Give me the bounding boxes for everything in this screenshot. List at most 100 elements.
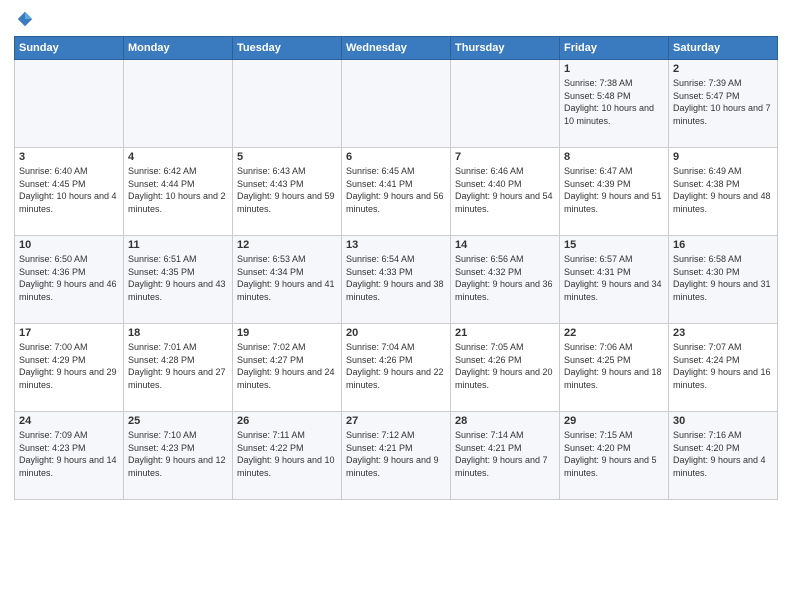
- day-info: Sunrise: 6:51 AM Sunset: 4:35 PM Dayligh…: [128, 253, 228, 303]
- day-info: Sunrise: 7:38 AM Sunset: 5:48 PM Dayligh…: [564, 77, 664, 127]
- col-header-wednesday: Wednesday: [342, 37, 451, 60]
- week-row-3: 10Sunrise: 6:50 AM Sunset: 4:36 PM Dayli…: [15, 236, 778, 324]
- day-info: Sunrise: 7:15 AM Sunset: 4:20 PM Dayligh…: [564, 429, 664, 479]
- day-number: 28: [455, 415, 555, 427]
- day-cell: [342, 60, 451, 148]
- day-info: Sunrise: 6:54 AM Sunset: 4:33 PM Dayligh…: [346, 253, 446, 303]
- day-number: 29: [564, 415, 664, 427]
- week-row-2: 3 Sunrise: 6:40 AM Sunset: 4:45 PM Daylig…: [15, 148, 778, 236]
- day-number: 19: [237, 327, 337, 339]
- day-number: 5: [237, 151, 337, 163]
- day-number: 22: [564, 327, 664, 339]
- day-cell: 5 Sunrise: 6:43 AM Sunset: 4:43 PM Daylig…: [233, 148, 342, 236]
- day-number: 9: [673, 151, 773, 163]
- day-info: Sunrise: 6:53 AM Sunset: 4:34 PM Dayligh…: [237, 253, 337, 303]
- day-number: 15: [564, 239, 664, 251]
- day-cell: 14 Sunrise: 6:56 AM Sunset: 4:32 PM Dayli…: [451, 236, 560, 324]
- day-number: 1: [564, 63, 664, 75]
- day-number: 7: [455, 151, 555, 163]
- day-cell: 9 Sunrise: 6:49 AM Sunset: 4:38 PM Daylig…: [669, 148, 778, 236]
- day-number: 13: [346, 239, 446, 251]
- calendar-table: SundayMondayTuesdayWednesdayThursdayFrid…: [14, 36, 778, 500]
- col-header-friday: Friday: [560, 37, 669, 60]
- col-header-sunday: Sunday: [15, 37, 124, 60]
- day-info: Sunrise: 6:46 AM Sunset: 4:40 PM Dayligh…: [455, 165, 555, 215]
- day-cell: [233, 60, 342, 148]
- col-header-thursday: Thursday: [451, 37, 560, 60]
- day-number: 16: [673, 239, 773, 251]
- day-number: 4: [128, 151, 228, 163]
- day-info: Sunrise: 7:06 AM Sunset: 4:25 PM Dayligh…: [564, 341, 664, 391]
- week-row-5: 24Sunrise: 7:09 AM Sunset: 4:23 PM Dayli…: [15, 412, 778, 500]
- day-cell: 8Sunrise: 6:47 AM Sunset: 4:39 PM Daylig…: [560, 148, 669, 236]
- day-info: Sunrise: 7:00 AM Sunset: 4:29 PM Dayligh…: [19, 341, 119, 391]
- page: SundayMondayTuesdayWednesdayThursdayFrid…: [0, 0, 792, 612]
- day-info: Sunrise: 7:07 AM Sunset: 4:24 PM Dayligh…: [673, 341, 773, 391]
- day-info: Sunrise: 7:01 AM Sunset: 4:28 PM Dayligh…: [128, 341, 228, 391]
- day-info: Sunrise: 7:04 AM Sunset: 4:26 PM Dayligh…: [346, 341, 446, 391]
- day-info: Sunrise: 7:11 AM Sunset: 4:22 PM Dayligh…: [237, 429, 337, 479]
- day-number: 8: [564, 151, 664, 163]
- day-number: 12: [237, 239, 337, 251]
- day-number: 18: [128, 327, 228, 339]
- day-number: 23: [673, 327, 773, 339]
- day-number: 11: [128, 239, 228, 251]
- day-cell: 25Sunrise: 7:10 AM Sunset: 4:23 PM Dayli…: [124, 412, 233, 500]
- day-cell: 11 Sunrise: 6:51 AM Sunset: 4:35 PM Dayli…: [124, 236, 233, 324]
- day-cell: 27 Sunrise: 7:12 AM Sunset: 4:21 PM Dayli…: [342, 412, 451, 500]
- day-cell: 4 Sunrise: 6:42 AM Sunset: 4:44 PM Daylig…: [124, 148, 233, 236]
- day-cell: 16 Sunrise: 6:58 AM Sunset: 4:30 PM Dayli…: [669, 236, 778, 324]
- day-cell: 24Sunrise: 7:09 AM Sunset: 4:23 PM Dayli…: [15, 412, 124, 500]
- day-number: 2: [673, 63, 773, 75]
- week-row-4: 17 Sunrise: 7:00 AM Sunset: 4:29 PM Dayli…: [15, 324, 778, 412]
- day-cell: 7 Sunrise: 6:46 AM Sunset: 4:40 PM Daylig…: [451, 148, 560, 236]
- day-info: Sunrise: 6:45 AM Sunset: 4:41 PM Dayligh…: [346, 165, 446, 215]
- day-cell: 23 Sunrise: 7:07 AM Sunset: 4:24 PM Dayli…: [669, 324, 778, 412]
- day-number: 17: [19, 327, 119, 339]
- day-info: Sunrise: 6:49 AM Sunset: 4:38 PM Dayligh…: [673, 165, 773, 215]
- day-number: 20: [346, 327, 446, 339]
- day-info: Sunrise: 6:58 AM Sunset: 4:30 PM Dayligh…: [673, 253, 773, 303]
- day-info: Sunrise: 6:40 AM Sunset: 4:45 PM Dayligh…: [19, 165, 119, 215]
- day-info: Sunrise: 6:56 AM Sunset: 4:32 PM Dayligh…: [455, 253, 555, 303]
- day-info: Sunrise: 7:39 AM Sunset: 5:47 PM Dayligh…: [673, 77, 773, 127]
- day-number: 24: [19, 415, 119, 427]
- day-info: Sunrise: 7:16 AM Sunset: 4:20 PM Dayligh…: [673, 429, 773, 479]
- day-info: Sunrise: 7:10 AM Sunset: 4:23 PM Dayligh…: [128, 429, 228, 479]
- week-row-1: 1 Sunrise: 7:38 AM Sunset: 5:48 PM Daylig…: [15, 60, 778, 148]
- day-info: Sunrise: 7:05 AM Sunset: 4:26 PM Dayligh…: [455, 341, 555, 391]
- day-info: Sunrise: 6:43 AM Sunset: 4:43 PM Dayligh…: [237, 165, 337, 215]
- day-number: 3: [19, 151, 119, 163]
- day-cell: 18 Sunrise: 7:01 AM Sunset: 4:28 PM Dayli…: [124, 324, 233, 412]
- day-number: 14: [455, 239, 555, 251]
- logo: [14, 10, 34, 28]
- day-cell: [15, 60, 124, 148]
- day-info: Sunrise: 6:42 AM Sunset: 4:44 PM Dayligh…: [128, 165, 228, 215]
- day-cell: 2 Sunrise: 7:39 AM Sunset: 5:47 PM Daylig…: [669, 60, 778, 148]
- col-header-tuesday: Tuesday: [233, 37, 342, 60]
- day-number: 27: [346, 415, 446, 427]
- day-cell: 10Sunrise: 6:50 AM Sunset: 4:36 PM Dayli…: [15, 236, 124, 324]
- day-cell: 20 Sunrise: 7:04 AM Sunset: 4:26 PM Dayli…: [342, 324, 451, 412]
- header: [14, 10, 778, 28]
- day-number: 6: [346, 151, 446, 163]
- day-cell: 1 Sunrise: 7:38 AM Sunset: 5:48 PM Daylig…: [560, 60, 669, 148]
- day-cell: 19 Sunrise: 7:02 AM Sunset: 4:27 PM Dayli…: [233, 324, 342, 412]
- header-row: SundayMondayTuesdayWednesdayThursdayFrid…: [15, 37, 778, 60]
- day-cell: 30 Sunrise: 7:16 AM Sunset: 4:20 PM Dayli…: [669, 412, 778, 500]
- day-info: Sunrise: 7:12 AM Sunset: 4:21 PM Dayligh…: [346, 429, 446, 479]
- day-number: 26: [237, 415, 337, 427]
- day-number: 10: [19, 239, 119, 251]
- day-cell: 3 Sunrise: 6:40 AM Sunset: 4:45 PM Daylig…: [15, 148, 124, 236]
- day-cell: 13 Sunrise: 6:54 AM Sunset: 4:33 PM Dayli…: [342, 236, 451, 324]
- day-cell: 26 Sunrise: 7:11 AM Sunset: 4:22 PM Dayli…: [233, 412, 342, 500]
- day-info: Sunrise: 7:02 AM Sunset: 4:27 PM Dayligh…: [237, 341, 337, 391]
- day-cell: 28Sunrise: 7:14 AM Sunset: 4:21 PM Dayli…: [451, 412, 560, 500]
- day-cell: 6 Sunrise: 6:45 AM Sunset: 4:41 PM Daylig…: [342, 148, 451, 236]
- day-cell: 21Sunrise: 7:05 AM Sunset: 4:26 PM Dayli…: [451, 324, 560, 412]
- day-cell: 12 Sunrise: 6:53 AM Sunset: 4:34 PM Dayli…: [233, 236, 342, 324]
- day-cell: [451, 60, 560, 148]
- day-number: 30: [673, 415, 773, 427]
- day-cell: 29 Sunrise: 7:15 AM Sunset: 4:20 PM Dayli…: [560, 412, 669, 500]
- day-cell: 17 Sunrise: 7:00 AM Sunset: 4:29 PM Dayli…: [15, 324, 124, 412]
